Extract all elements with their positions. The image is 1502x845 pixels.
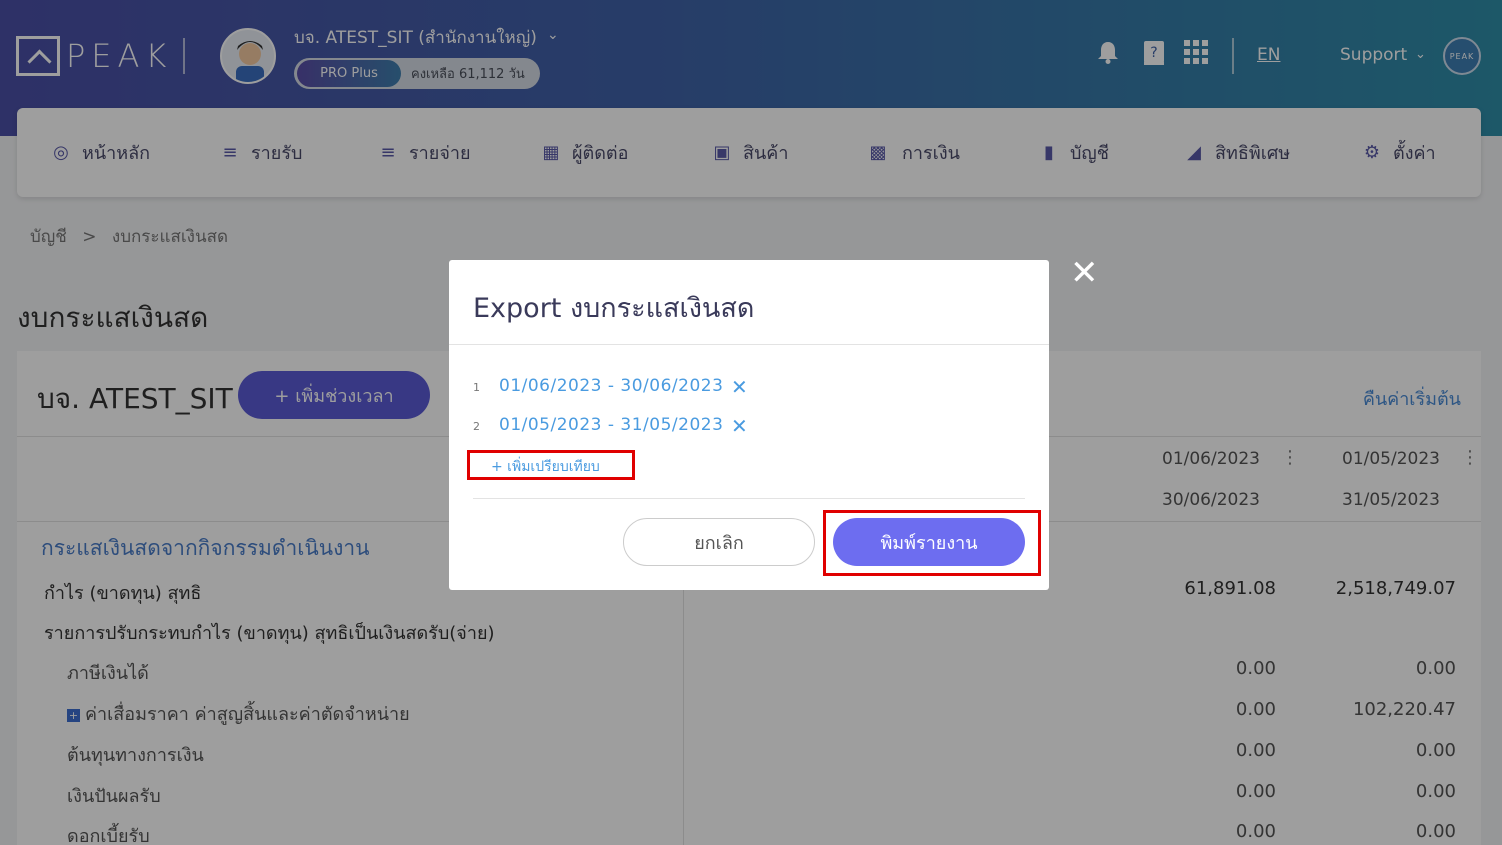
period-range[interactable]: 01/06/2023 - 30/06/2023 — [499, 376, 723, 396]
highlight-box — [823, 510, 1041, 576]
highlight-box — [467, 450, 635, 480]
remove-period-icon[interactable]: ✕ — [731, 375, 748, 399]
remove-period-icon[interactable]: ✕ — [731, 414, 748, 438]
divider — [473, 498, 1025, 499]
divider — [449, 344, 1049, 345]
period-number: 1 — [473, 381, 480, 394]
period-range[interactable]: 01/05/2023 - 31/05/2023 — [499, 415, 723, 435]
period-number: 2 — [473, 420, 480, 433]
close-icon[interactable]: ✕ — [1070, 256, 1099, 290]
export-modal: Export งบกระแสเงินสด 1 01/06/2023 - 30/0… — [449, 260, 1049, 590]
cancel-button[interactable]: ยกเลิก — [623, 518, 815, 566]
modal-title: Export งบกระแสเงินสด — [473, 293, 755, 324]
